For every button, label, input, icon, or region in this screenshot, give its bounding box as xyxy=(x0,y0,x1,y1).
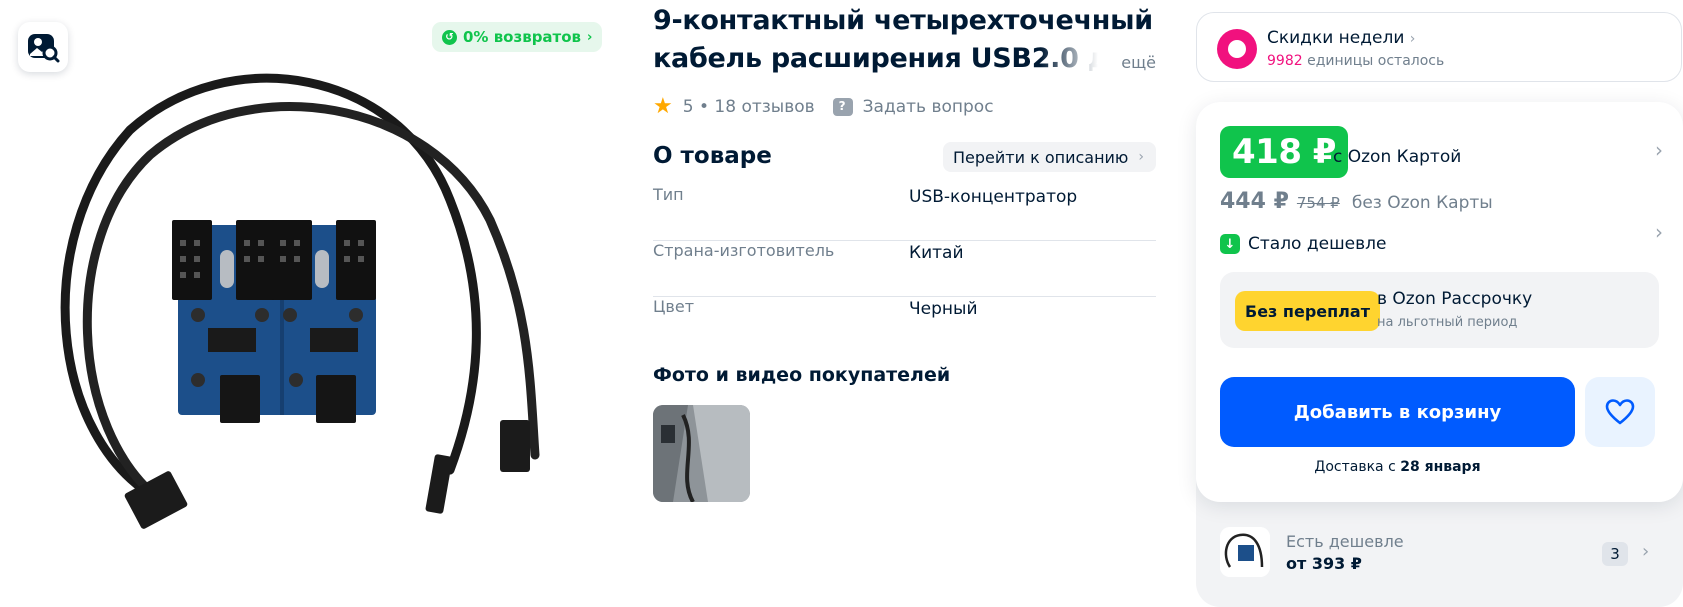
return-arrow-icon: ↺ xyxy=(442,29,457,45)
price-card: 418 ₽ с Ozon Картой › 444 ₽ 754 ₽ без Oz… xyxy=(1196,102,1683,502)
go-to-description-button[interactable]: Перейти к описанию › xyxy=(942,142,1156,172)
weekly-discount-banner[interactable]: Скидки недели › 9982 единицы осталось xyxy=(1196,12,1682,82)
price-drop-label: Стало дешевле xyxy=(1248,234,1387,254)
heart-icon xyxy=(1605,399,1635,425)
spec-value: Черный xyxy=(909,299,978,319)
reviews-count: 18 отзывов xyxy=(714,97,815,117)
go-to-description-label: Перейти к описанию xyxy=(952,147,1129,167)
chevron-right-icon: › xyxy=(1409,31,1416,47)
spec-row-country: Страна-изготовитель Китай xyxy=(653,241,1156,297)
remaining-count: 9982 xyxy=(1267,53,1303,69)
weekly-discount-title: Скидки недели › xyxy=(1267,28,1415,48)
product-title-line-1: 9-контактный четырехточечный xyxy=(653,5,1153,36)
image-search-icon xyxy=(28,34,60,63)
weekly-discount-title-text: Скидки недели xyxy=(1267,28,1405,48)
spec-key: Страна-изготовитель xyxy=(653,241,835,260)
product-title: 9-контактный четырехточечный кабель расш… xyxy=(653,2,1156,78)
cheaper-offer-thumbnail xyxy=(1220,527,1270,577)
delivery-info: Доставка с 28 января xyxy=(1220,459,1575,475)
cheaper-offer-price: от 393 ₽ xyxy=(1286,554,1362,573)
regular-price: 444 ₽ xyxy=(1220,189,1289,214)
spec-key: Цвет xyxy=(653,297,695,316)
cheaper-offer-count: 3 xyxy=(1602,542,1628,566)
customer-media-title: Фото и видео покупателей xyxy=(653,364,951,386)
product-gallery: ↺ 0% возвратов › xyxy=(0,0,620,607)
spec-key: Тип xyxy=(653,185,684,204)
about-title: О товаре xyxy=(653,143,772,169)
add-to-cart-button[interactable]: Добавить в корзину xyxy=(1220,377,1575,447)
spec-row-color: Цвет Черный xyxy=(653,297,1156,353)
product-thumbnail-image xyxy=(1220,527,1270,577)
customer-photo xyxy=(653,405,750,502)
installment-subtitle: на льготный период xyxy=(1377,315,1518,330)
cheaper-offers-row[interactable]: Есть дешевле от 393 ₽ 3 › xyxy=(1196,510,1683,595)
favorite-button[interactable] xyxy=(1585,377,1655,447)
installment-offer[interactable]: Без переплат в Ozon Рассрочку на льготны… xyxy=(1220,272,1659,348)
remaining-label: единицы осталось xyxy=(1307,53,1445,69)
customer-photo-thumbnail[interactable] xyxy=(653,405,750,502)
returns-badge[interactable]: ↺ 0% возвратов › xyxy=(432,22,603,52)
spec-row-type: Тип USB-концентратор xyxy=(653,185,1156,241)
weekly-discount-remaining: 9982 единицы осталось xyxy=(1267,53,1444,69)
product-photo[interactable] xyxy=(10,60,600,580)
no-card-label: без Ozon Карты xyxy=(1351,193,1493,213)
star-icon: ★ xyxy=(653,94,673,119)
chevron-right-icon[interactable]: › xyxy=(1655,220,1663,244)
installment-badge: Без переплат xyxy=(1235,291,1380,331)
rating-row: ★ 5 • 18 отзывов Задать вопрос xyxy=(653,94,994,120)
chevron-right-icon[interactable]: › xyxy=(1655,138,1663,162)
chevron-right-icon: › xyxy=(1138,149,1144,165)
ozon-card-label: с Ozon Картой xyxy=(1333,147,1462,167)
question-icon xyxy=(832,98,853,116)
product-info: 9-контактный четырехточечный кабель расш… xyxy=(653,0,1156,607)
delivery-date: 28 января xyxy=(1400,459,1481,475)
spec-value: USB-концентратор xyxy=(909,187,1078,207)
product-title-line-2: кабель расширения USB2.0 для xyxy=(653,43,1098,74)
ask-question-link[interactable]: Задать вопрос xyxy=(863,97,994,117)
returns-badge-label: 0% возвратов xyxy=(463,28,582,46)
rating-separator: • xyxy=(698,97,709,117)
arrow-down-icon: ↓ xyxy=(1220,234,1240,254)
chevron-right-icon: › xyxy=(1642,541,1650,562)
chevron-right-icon: › xyxy=(587,29,593,45)
title-more-link[interactable]: ещё xyxy=(1121,53,1156,72)
spec-value: Китай xyxy=(909,243,964,263)
old-price: 754 ₽ xyxy=(1296,194,1340,212)
cheaper-offer-label: Есть дешевле xyxy=(1286,532,1404,551)
installment-title: в Ozon Рассрочку xyxy=(1377,289,1533,309)
rating-value: 5 xyxy=(682,97,694,117)
regular-price-row: 444 ₽ 754 ₽ без Ozon Карты xyxy=(1220,189,1493,214)
reviews-link[interactable]: 5 • 18 отзывов xyxy=(683,97,815,117)
discount-ring-icon xyxy=(1217,29,1257,69)
price-drop-row[interactable]: ↓ Стало дешевле xyxy=(1220,234,1386,254)
delivery-prefix: Доставка с xyxy=(1314,459,1396,475)
ozon-card-price: 418 ₽ xyxy=(1220,126,1348,178)
